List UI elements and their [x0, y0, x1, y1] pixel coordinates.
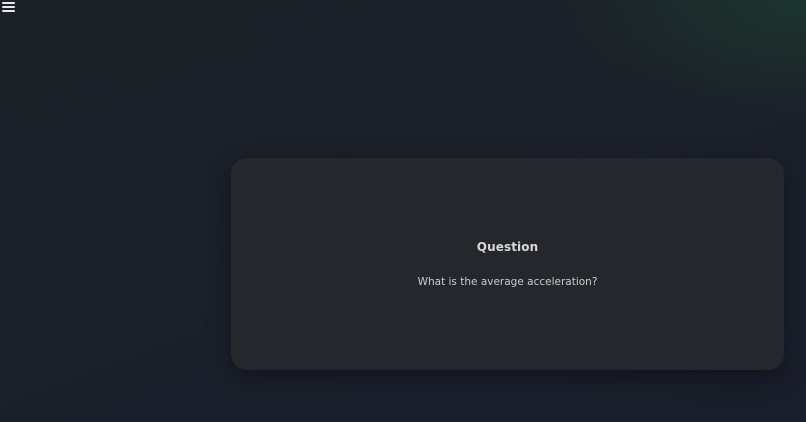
- question-text: What is the average acceleration?: [417, 276, 598, 288]
- card-title: Question: [476, 240, 539, 254]
- question-card[interactable]: Question What is the average acceleratio…: [231, 158, 784, 370]
- menu-button[interactable]: [2, 0, 16, 14]
